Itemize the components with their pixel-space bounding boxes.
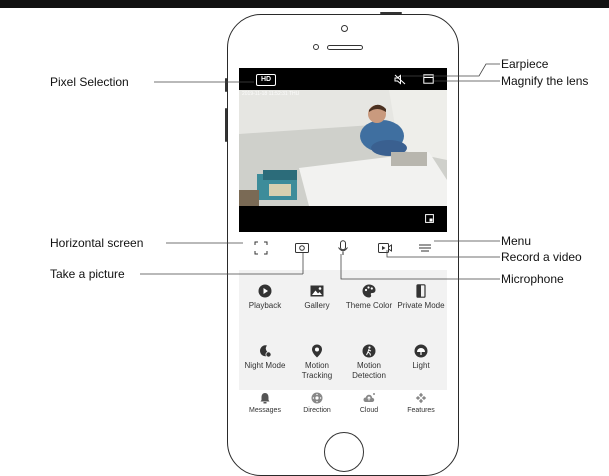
callout-magnify-lens: Magnify the lens <box>501 74 589 88</box>
line-record-video <box>386 250 500 258</box>
callout-earpiece: Earpiece <box>501 57 549 71</box>
callout-pixel-selection: Pixel Selection <box>50 75 129 89</box>
callout-menu: Menu <box>501 234 532 248</box>
line-microphone <box>340 254 500 280</box>
line-earpiece <box>402 63 500 77</box>
callout-record-video: Record a video <box>501 250 582 264</box>
callout-microphone: Microphone <box>501 272 564 286</box>
callout-take-picture: Take a picture <box>50 267 125 281</box>
callout-horizontal-screen: Horizontal screen <box>50 236 144 250</box>
